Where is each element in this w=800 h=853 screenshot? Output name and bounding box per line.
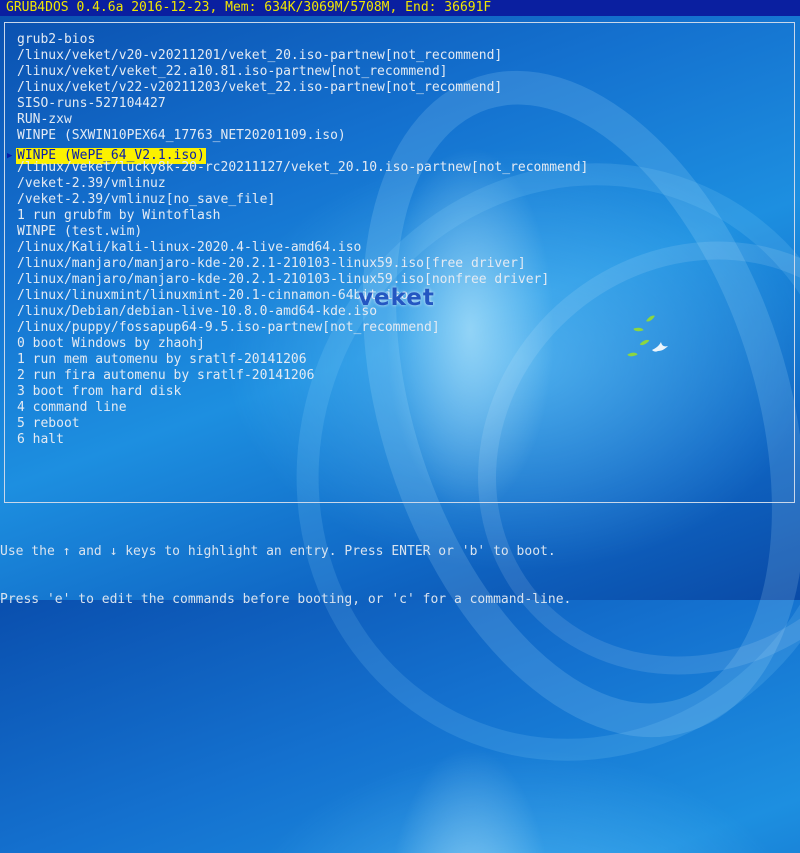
boot-menu-item[interactable]: SISO-runs-527104427 xyxy=(16,96,589,112)
boot-menu-item[interactable]: /linux/veket/lucky8k-20-rc20211127/veket… xyxy=(16,160,589,176)
boot-menu-row: 4 command line xyxy=(16,400,589,416)
boot-menu-row: RUN-zxw xyxy=(16,112,589,128)
boot-menu-item[interactable]: 4 command line xyxy=(16,400,589,416)
boot-menu-item[interactable]: WINPE (test.wim) xyxy=(16,224,589,240)
boot-menu-item[interactable]: grub2-bios xyxy=(16,32,589,48)
boot-menu-item[interactable]: /linux/Debian/debian-live-10.8.0-amd64-k… xyxy=(16,304,589,320)
veket-logo: veket xyxy=(358,285,435,311)
boot-menu-row: /linux/Kali/kali-linux-2020.4-live-amd64… xyxy=(16,240,589,256)
boot-menu-row: grub2-bios xyxy=(16,32,589,48)
help-line-edit: Press 'e' to edit the commands before bo… xyxy=(0,592,572,607)
help-line-navigation: Use the ↑ and ↓ keys to highlight an ent… xyxy=(0,544,556,559)
boot-menu-item[interactable]: /veket-2.39/vmlinuz xyxy=(16,176,589,192)
boot-menu-row: /linux/veket/v22-v20211203/veket_22.iso-… xyxy=(16,80,589,96)
boot-menu-item[interactable]: 3 boot from hard disk xyxy=(16,384,589,400)
boot-menu-row: /linux/puppy/fossapup64-9.5.iso-partnew[… xyxy=(16,320,589,336)
boot-menu-item[interactable]: RUN-zxw xyxy=(16,112,589,128)
boot-menu-row: /linux/Debian/debian-live-10.8.0-amd64-k… xyxy=(16,304,589,320)
boot-menu-list: grub2-bios/linux/veket/v20-v20211201/vek… xyxy=(7,32,589,448)
boot-menu-row: 6 halt xyxy=(16,432,589,448)
boot-menu-row: /linux/manjaro/manjaro-kde-20.2.1-210103… xyxy=(16,256,589,272)
boot-menu-item[interactable]: /linux/puppy/fossapup64-9.5.iso-partnew[… xyxy=(16,320,589,336)
boot-menu-row: /linux/manjaro/manjaro-kde-20.2.1-210103… xyxy=(16,272,589,288)
status-bar: GRUB4DOS 0.4.6a 2016-12-23, Mem: 634K/30… xyxy=(0,0,800,16)
boot-menu-item[interactable]: /linux/manjaro/manjaro-kde-20.2.1-210103… xyxy=(16,256,589,272)
boot-menu-item[interactable]: 2 run fira automenu by sratlf-20141206 xyxy=(16,368,589,384)
boot-menu-item[interactable]: 1 run grubfm by Wintoflash xyxy=(16,208,589,224)
boot-menu-item[interactable]: WINPE (SXWIN10PEX64_17763_NET20201109.is… xyxy=(16,128,589,144)
boot-menu-item[interactable]: 5 reboot xyxy=(16,416,589,432)
boot-menu-item[interactable]: 6 halt xyxy=(16,432,589,448)
boot-menu-row: /veket-2.39/vmlinuz[no_save_file] xyxy=(16,192,589,208)
boot-menu-row: /veket-2.39/vmlinuz xyxy=(16,176,589,192)
boot-menu-row: SISO-runs-527104427 xyxy=(16,96,589,112)
boot-menu-row: 0 boot Windows by zhaohj xyxy=(16,336,589,352)
boot-menu-row: WINPE (SXWIN10PEX64_17763_NET20201109.is… xyxy=(16,128,589,144)
boot-menu-row: /linux/veket/lucky8k-20-rc20211127/veket… xyxy=(16,160,589,176)
boot-menu-item[interactable]: 1 run mem automenu by sratlf-20141206 xyxy=(16,352,589,368)
dove-icon xyxy=(652,342,668,352)
boot-menu-item[interactable]: /linux/veket/v20-v20211201/veket_20.iso-… xyxy=(16,48,589,64)
boot-menu-row: ▶ WINPE (WePE_64_V2.1.iso) xyxy=(7,144,589,164)
boot-menu-row: /linux/veket/veket_22.a10.81.iso-partnew… xyxy=(16,64,589,80)
selection-pointer-icon: ▶ xyxy=(7,151,13,161)
boot-menu-item[interactable]: /veket-2.39/vmlinuz[no_save_file] xyxy=(16,192,589,208)
boot-menu-item[interactable]: 0 boot Windows by zhaohj xyxy=(16,336,589,352)
boot-menu-item[interactable]: /linux/veket/v22-v20211203/veket_22.iso-… xyxy=(16,80,589,96)
boot-menu-row: WINPE (test.wim) xyxy=(16,224,589,240)
boot-menu-item[interactable]: /linux/Kali/kali-linux-2020.4-live-amd64… xyxy=(16,240,589,256)
boot-menu-row: /linux/linuxmint/linuxmint-20.1-cinnamon… xyxy=(16,288,589,304)
boot-menu-item[interactable]: /linux/veket/veket_22.a10.81.iso-partnew… xyxy=(16,64,589,80)
help-text: Use the ↑ and ↓ keys to highlight an ent… xyxy=(0,512,571,624)
boot-menu-row: 1 run grubfm by Wintoflash xyxy=(16,208,589,224)
boot-menu-row: 2 run fira automenu by sratlf-20141206 xyxy=(16,368,589,384)
boot-menu-row: /linux/veket/v20-v20211201/veket_20.iso-… xyxy=(16,48,589,64)
boot-menu-row: 3 boot from hard disk xyxy=(16,384,589,400)
boot-menu-item[interactable]: /linux/manjaro/manjaro-kde-20.2.1-210103… xyxy=(16,272,589,288)
boot-menu-row: 1 run mem automenu by sratlf-20141206 xyxy=(16,352,589,368)
boot-menu-item[interactable]: /linux/linuxmint/linuxmint-20.1-cinnamon… xyxy=(16,288,589,304)
boot-menu-row: 5 reboot xyxy=(16,416,589,432)
